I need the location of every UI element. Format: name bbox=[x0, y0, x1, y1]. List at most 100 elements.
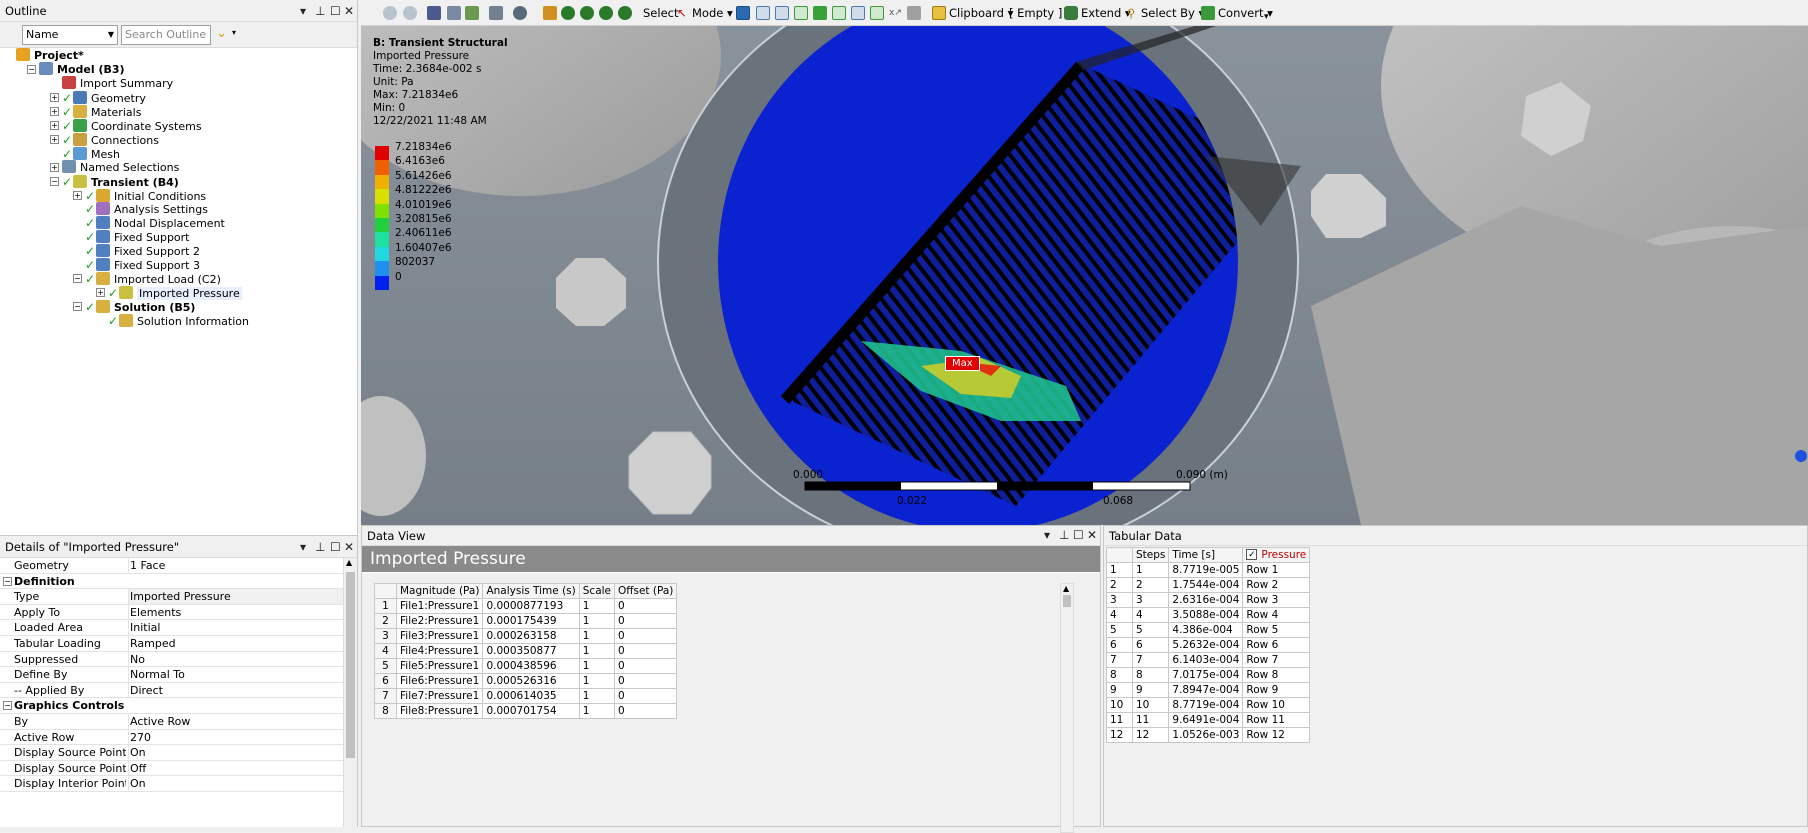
select-button[interactable]: Select bbox=[643, 4, 678, 22]
table-cell[interactable]: 5 bbox=[1131, 622, 1170, 638]
collapse-icon[interactable]: − bbox=[27, 64, 36, 74]
table-row[interactable]: 1 1 8.7719e-005 Row 1 bbox=[1106, 562, 1311, 578]
table-cell[interactable]: 0 bbox=[613, 613, 678, 629]
table-cell[interactable]: 0 bbox=[613, 688, 678, 704]
details-row[interactable]: Tabular Loading Ramped bbox=[0, 636, 343, 652]
table-cell[interactable]: File2:Pressure1 bbox=[395, 613, 484, 629]
tree-node[interactable]: ✓ Solution Information bbox=[0, 313, 350, 329]
select-edge-icon[interactable] bbox=[756, 6, 770, 20]
data-view-scrollbar[interactable]: ▲ bbox=[1060, 583, 1074, 833]
details-value[interactable]: 270 bbox=[128, 729, 343, 745]
extend-button[interactable]: Extend ▾ bbox=[1081, 4, 1131, 22]
table-cell[interactable]: 12 bbox=[1106, 727, 1133, 743]
expand-icon[interactable]: + bbox=[50, 106, 59, 116]
table-cell[interactable]: 5 bbox=[1106, 622, 1133, 638]
table-cell[interactable]: 2 bbox=[1106, 577, 1133, 593]
table-cell[interactable]: 7.0175e-004 bbox=[1168, 667, 1244, 683]
table-cell[interactable]: 1 bbox=[1131, 562, 1170, 578]
scroll-up-icon[interactable]: ▲ bbox=[346, 558, 352, 567]
table-cell[interactable]: 0.0000877193 bbox=[482, 598, 580, 614]
pan-icon[interactable] bbox=[543, 6, 557, 20]
expand-icon[interactable]: + bbox=[50, 134, 59, 144]
table-cell[interactable]: Row 1 bbox=[1242, 562, 1311, 578]
table-cell[interactable]: 0 bbox=[613, 643, 678, 659]
details-value[interactable]: Elements bbox=[128, 604, 343, 620]
collapse-icon[interactable]: − bbox=[73, 274, 82, 284]
details-row[interactable]: Geometry 1 Face bbox=[0, 558, 343, 574]
collapse-icon[interactable]: − bbox=[73, 302, 82, 312]
expand-icon[interactable]: + bbox=[50, 120, 59, 130]
details-row[interactable]: Define By Normal To bbox=[0, 667, 343, 683]
box-zoom-icon[interactable] bbox=[580, 6, 594, 20]
table-cell[interactable]: File8:Pressure1 bbox=[395, 703, 484, 719]
table-row[interactable]: 2 2 1.7544e-004 Row 2 bbox=[1106, 577, 1311, 593]
details-value[interactable]: Normal To bbox=[128, 667, 343, 683]
table-cell[interactable]: 6.1403e-004 bbox=[1168, 652, 1244, 668]
table-cell[interactable]: 0.000701754 bbox=[482, 703, 580, 719]
table-row[interactable]: 4 File4:Pressure1 0.000350877 1 0 bbox=[374, 643, 678, 659]
table-cell[interactable]: 3.5088e-004 bbox=[1168, 607, 1244, 623]
table-cell[interactable]: 2 bbox=[374, 613, 397, 629]
tabular-table[interactable]: Steps Time [s] ✓ Pressure 1 1 8.7719e-005 Row 1… bbox=[1106, 547, 1311, 743]
show-vertices-icon[interactable] bbox=[465, 6, 479, 20]
table-cell[interactable]: 7 bbox=[1106, 652, 1133, 668]
table-cell[interactable]: 1 bbox=[578, 688, 616, 704]
table-row[interactable]: 8 8 7.0175e-004 Row 8 bbox=[1106, 667, 1311, 683]
pin-icon[interactable]: ⊥ bbox=[1059, 525, 1069, 545]
table-cell[interactable]: 7 bbox=[374, 688, 397, 704]
table-cell[interactable]: 1 bbox=[1106, 562, 1133, 578]
filter-chevron-icon[interactable]: ⌄ bbox=[216, 26, 227, 41]
table-cell[interactable]: 9 bbox=[1131, 682, 1170, 698]
table-cell[interactable]: 0 bbox=[613, 628, 678, 644]
search-outline-input[interactable]: Search Outline bbox=[121, 25, 211, 45]
details-row[interactable]: By Active Row bbox=[0, 714, 343, 730]
details-row[interactable]: Display Interior Points On bbox=[0, 776, 343, 792]
close-icon[interactable]: ✕ bbox=[1087, 525, 1097, 545]
table-cell[interactable]: 1 bbox=[578, 703, 616, 719]
scroll-up-icon[interactable]: ▲ bbox=[1061, 584, 1073, 593]
table-cell[interactable]: 12 bbox=[1131, 727, 1170, 743]
table-cell[interactable]: Row 4 bbox=[1242, 607, 1311, 623]
table-cell[interactable]: 4.386e-004 bbox=[1168, 622, 1244, 638]
solid-view-icon[interactable] bbox=[427, 6, 441, 20]
dropdown-icon[interactable]: ▾ bbox=[300, 0, 306, 22]
column-header[interactable] bbox=[374, 583, 397, 599]
table-cell[interactable]: 10 bbox=[1106, 697, 1133, 713]
table-cell[interactable]: 5.2632e-004 bbox=[1168, 637, 1244, 653]
select-mesh-icon[interactable] bbox=[870, 6, 884, 20]
details-value[interactable]: Direct bbox=[128, 682, 343, 698]
table-cell[interactable]: Row 9 bbox=[1242, 682, 1311, 698]
table-cell[interactable]: File5:Pressure1 bbox=[395, 658, 484, 674]
rotate-icon[interactable] bbox=[513, 6, 527, 20]
table-cell[interactable]: 4 bbox=[1106, 607, 1133, 623]
dropdown-icon[interactable]: ▾ bbox=[1044, 525, 1050, 545]
details-scrollbar[interactable]: ▲ bbox=[343, 558, 357, 827]
details-row[interactable]: Apply To Elements bbox=[0, 604, 343, 621]
collapse-icon[interactable]: − bbox=[50, 176, 59, 186]
column-header[interactable] bbox=[1106, 547, 1133, 563]
coordinate-icon[interactable]: x↗ bbox=[889, 4, 902, 22]
table-cell[interactable]: Row 11 bbox=[1242, 712, 1311, 728]
expand-icon[interactable]: + bbox=[50, 92, 59, 102]
data-view-table[interactable]: Magnitude (Pa) Analysis Time (s) Scale Offs… bbox=[374, 583, 678, 719]
graphics-viewport[interactable]: B: Transient Structural Imported Pressur… bbox=[361, 26, 1808, 525]
table-cell[interactable]: 3 bbox=[1106, 592, 1133, 608]
expand-icon[interactable]: + bbox=[96, 288, 105, 298]
table-row[interactable]: 6 File6:Pressure1 0.000526316 1 0 bbox=[374, 673, 678, 689]
close-icon[interactable]: ✕ bbox=[344, 536, 354, 558]
annotation-icon[interactable] bbox=[907, 6, 921, 20]
table-cell[interactable]: 1 bbox=[578, 598, 616, 614]
pin-icon[interactable]: ⊥ bbox=[315, 536, 325, 558]
table-cell[interactable]: File4:Pressure1 bbox=[395, 643, 484, 659]
table-cell[interactable]: 4 bbox=[1131, 607, 1170, 623]
close-icon[interactable]: ✕ bbox=[344, 0, 354, 22]
details-row[interactable]: -- Applied By Direct bbox=[0, 682, 343, 699]
table-cell[interactable]: 0.000263158 bbox=[482, 628, 580, 644]
table-cell[interactable]: File1:Pressure1 bbox=[395, 598, 484, 614]
table-row[interactable]: 5 5 4.386e-004 Row 5 bbox=[1106, 622, 1311, 638]
table-row[interactable]: 8 File8:Pressure1 0.000701754 1 0 bbox=[374, 703, 678, 719]
table-cell[interactable]: 0.000526316 bbox=[482, 673, 580, 689]
color-legend[interactable]: 7.21834e6 6.4163e6 5.61426e6 4.81222e6 4.010… bbox=[361, 141, 481, 290]
table-cell[interactable]: 8 bbox=[1106, 667, 1133, 683]
pressure-column-checkbox[interactable]: ✓ bbox=[1246, 549, 1258, 560]
